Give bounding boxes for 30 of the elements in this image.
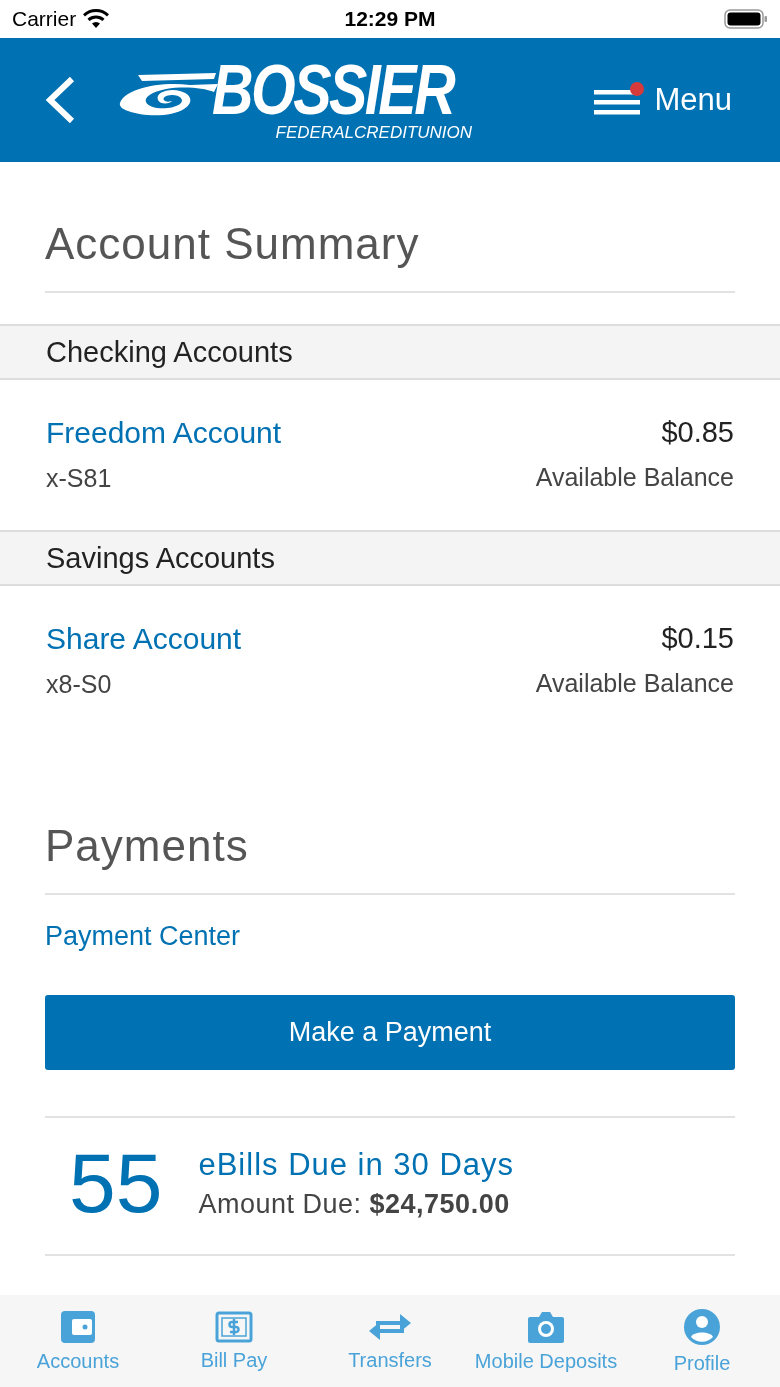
bill-icon bbox=[215, 1310, 253, 1343]
back-icon[interactable] bbox=[44, 76, 76, 124]
account-link[interactable]: Share Account bbox=[46, 622, 242, 656]
ebills-link[interactable]: eBills Due in 30 Days bbox=[198, 1146, 515, 1183]
tab-item[interactable]: Mobile Deposits bbox=[471, 1309, 621, 1373]
wallet-icon bbox=[60, 1309, 96, 1344]
balance-label: Available Balance bbox=[535, 463, 734, 492]
ebills-count: 55 bbox=[69, 1138, 163, 1228]
payment-center-link[interactable]: Payment Center bbox=[45, 921, 241, 952]
account-balance: $0.85 bbox=[661, 416, 734, 449]
balance-label: Available Balance bbox=[535, 669, 734, 698]
menu-button[interactable]: Menu bbox=[592, 82, 732, 118]
make-payment-button[interactable]: Make a Payment bbox=[45, 995, 735, 1070]
group-title: Checking Accounts bbox=[46, 335, 293, 369]
status-time: 12:29 PM bbox=[344, 7, 436, 31]
amount-due: Amount Due: $24,750.00 bbox=[198, 1188, 511, 1220]
battery-icon bbox=[724, 9, 768, 29]
account-link[interactable]: Freedom Account bbox=[46, 416, 282, 450]
account-number: x-S81 bbox=[46, 464, 113, 493]
account-balance: $0.15 bbox=[661, 622, 734, 655]
section-title: Payments bbox=[45, 736, 735, 895]
carrier-name: Carrier bbox=[12, 7, 77, 31]
brand-subtitle: FEDERALCREDITUNION bbox=[275, 123, 473, 143]
account-number: x8-S0 bbox=[46, 670, 113, 699]
brand-name: BOSSIER bbox=[212, 57, 454, 123]
wifi-icon bbox=[82, 9, 111, 29]
group-title: Savings Accounts bbox=[46, 541, 275, 575]
section-title: Account Summary bbox=[45, 162, 735, 293]
camera-icon bbox=[527, 1309, 565, 1344]
profile-icon bbox=[683, 1307, 721, 1346]
